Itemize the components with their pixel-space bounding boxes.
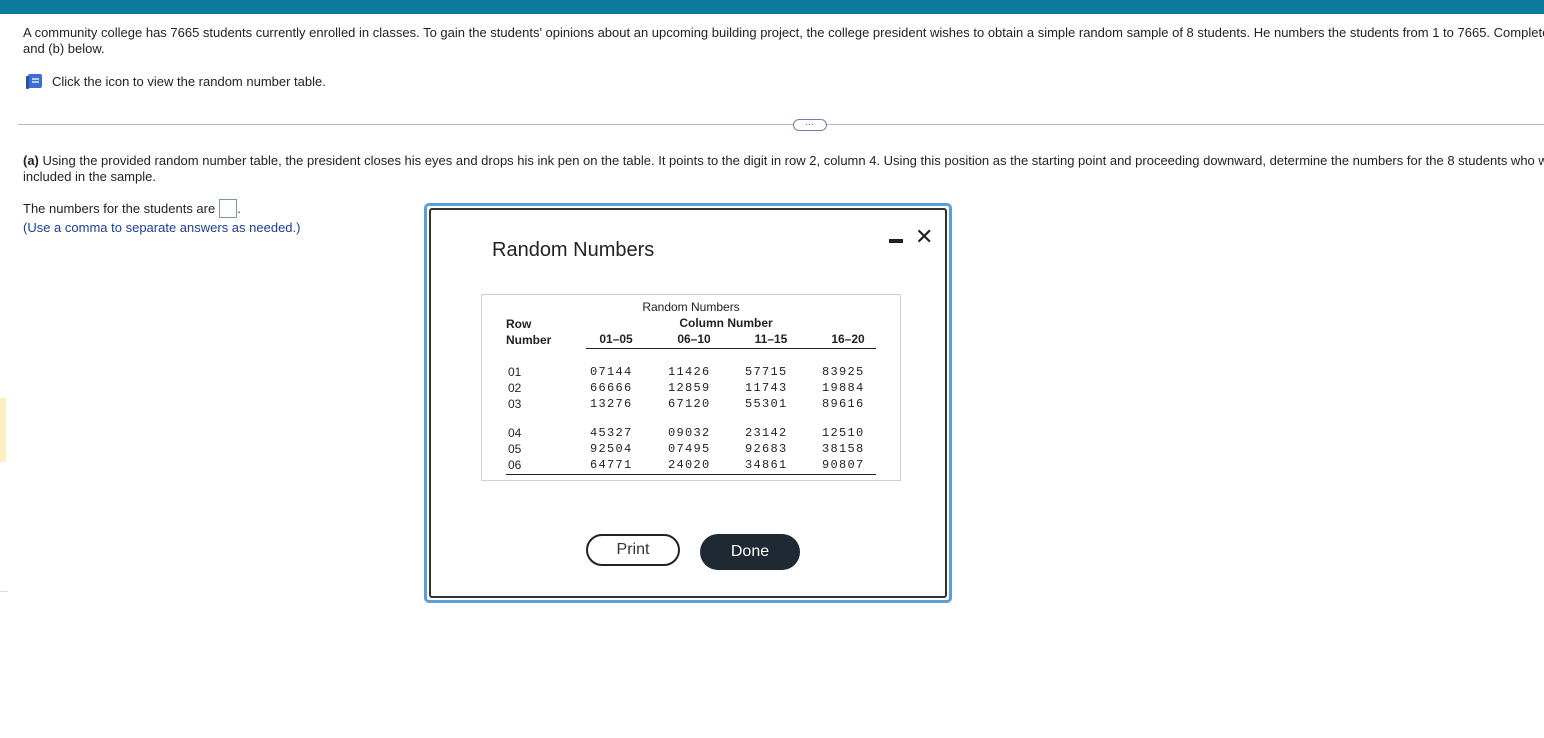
table-cell: 66666 — [590, 381, 633, 395]
expand-button[interactable]: … — [793, 118, 827, 131]
row-number-header: Row Number — [506, 316, 551, 348]
modal-title: Random Numbers — [492, 239, 655, 261]
answer-input[interactable] — [219, 199, 238, 218]
table-cell: 07495 — [668, 442, 711, 456]
answer-hint: (Use a comma to separate answers as need… — [23, 220, 301, 235]
table-cell: 83925 — [822, 365, 865, 379]
column-header: 06–10 — [677, 332, 711, 346]
table-cell: 38158 — [822, 442, 865, 456]
table-cell: 90807 — [822, 458, 865, 472]
part-a-label: (a) — [23, 153, 39, 168]
table-cell: 09032 — [668, 426, 711, 440]
question-line-2: and (b) below. — [23, 41, 105, 56]
left-divider — [0, 591, 8, 592]
question-line-1: A community college has 7665 students cu… — [23, 25, 1544, 40]
modal-frame: Random Numbers ✕ Random Numbers Column N… — [429, 208, 947, 598]
part-a-line-1: Using the provided random number table, … — [42, 153, 1544, 168]
answer-row: The numbers for the students are . — [23, 199, 241, 218]
done-button[interactable]: Done — [700, 534, 800, 570]
table-cell: 24020 — [668, 458, 711, 472]
answer-suffix: . — [237, 201, 241, 216]
table-cell: 45327 — [590, 426, 633, 440]
table-cell: 19884 — [822, 381, 865, 395]
column-header: 01–05 — [599, 332, 633, 346]
row-header-line-1: Row — [506, 317, 532, 331]
table-cell: 11426 — [668, 365, 711, 379]
table-cell: 67120 — [668, 397, 711, 411]
row-number: 06 — [508, 458, 522, 472]
column-number-header: Column Number — [679, 316, 773, 330]
section-divider — [18, 124, 1544, 125]
part-a-line-2: included in the sample. — [23, 169, 156, 184]
random-number-table: Random Numbers Column Number Row Number … — [481, 294, 901, 481]
answer-prompt: The numbers for the students are — [23, 201, 216, 216]
row-number: 05 — [508, 442, 522, 456]
minimize-icon[interactable] — [889, 239, 903, 243]
column-header: 11–15 — [754, 332, 788, 346]
table-bottom-rule — [506, 474, 876, 475]
table-cell: 07144 — [590, 365, 633, 379]
table-cell: 11743 — [745, 381, 788, 395]
top-banner — [0, 0, 1544, 14]
table-cell: 92504 — [590, 442, 633, 456]
table-cell: 89616 — [822, 397, 865, 411]
book-icon[interactable] — [25, 73, 43, 90]
table-cell: 12510 — [822, 426, 865, 440]
row-header-line-2: Number — [506, 333, 552, 347]
row-number: 03 — [508, 397, 522, 411]
close-icon[interactable]: ✕ — [915, 224, 933, 250]
random-table-link-text: Click the icon to view the random number… — [52, 74, 326, 89]
left-progress-marker — [0, 398, 6, 462]
row-number: 04 — [508, 426, 522, 440]
table-cell: 57715 — [745, 365, 788, 379]
print-button[interactable]: Print — [586, 534, 680, 566]
row-number: 01 — [508, 365, 522, 379]
question-text: A community college has 7665 students cu… — [23, 25, 1544, 57]
table-cell: 55301 — [745, 397, 788, 411]
table-cell: 13276 — [590, 397, 633, 411]
table-cell: 64771 — [590, 458, 633, 472]
random-table-link-row: Click the icon to view the random number… — [25, 73, 326, 90]
row-number: 02 — [508, 381, 522, 395]
table-cell: 34861 — [745, 458, 788, 472]
part-a-text: (a) Using the provided random number tab… — [23, 153, 1544, 185]
table-cell: 12859 — [668, 381, 711, 395]
header-rule — [586, 348, 876, 349]
table-cell: 92683 — [745, 442, 788, 456]
column-header: 16–20 — [831, 332, 865, 346]
table-cell: 23142 — [745, 426, 788, 440]
table-caption: Random Numbers — [642, 300, 740, 314]
random-numbers-modal: Random Numbers ✕ Random Numbers Column N… — [424, 203, 952, 603]
